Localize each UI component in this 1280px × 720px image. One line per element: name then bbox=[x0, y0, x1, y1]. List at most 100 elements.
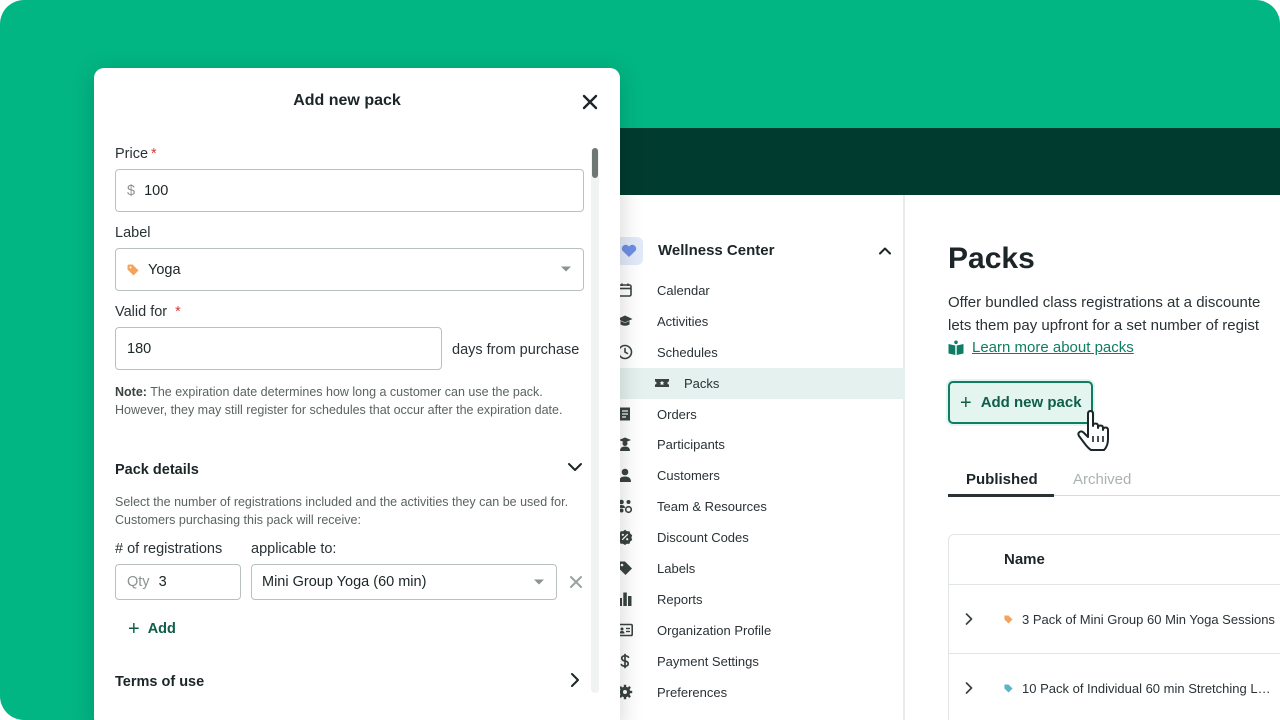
chevron-down-icon bbox=[561, 266, 571, 272]
description-line: lets them pay upfront for a set number o… bbox=[948, 316, 1259, 334]
tab-published[interactable]: Published bbox=[966, 471, 1038, 488]
tag-icon bbox=[1004, 614, 1013, 624]
note-label: Note: bbox=[115, 385, 147, 399]
sidebar-item-label: Labels bbox=[657, 560, 696, 576]
remove-row-icon[interactable] bbox=[569, 575, 583, 589]
chevron-right-icon[interactable] bbox=[566, 671, 584, 689]
add-new-pack-label: Add new pack bbox=[980, 394, 1082, 411]
org-switcher[interactable]: Wellness Center bbox=[615, 237, 895, 265]
tag-icon bbox=[127, 264, 139, 275]
label-select[interactable]: Yoga bbox=[115, 248, 584, 291]
tab-archived[interactable]: Archived bbox=[1073, 471, 1131, 488]
pack-name: 3 Pack of Mini Group 60 Min Yoga Session… bbox=[1022, 611, 1275, 627]
main-content: Packs Offer bundled class registrations … bbox=[907, 195, 1280, 720]
pack-details-title[interactable]: Pack details bbox=[115, 462, 199, 478]
add-label: Add bbox=[147, 621, 176, 637]
sidebar-item-label: Packs bbox=[684, 375, 720, 391]
sidebar-item-orders[interactable]: Orders bbox=[620, 399, 905, 430]
app-top-bar bbox=[560, 128, 1280, 195]
valid-for-suffix: days from purchase bbox=[452, 342, 580, 358]
sidebar-item-labels[interactable]: Labels bbox=[618, 553, 905, 584]
currency-prefix: $ bbox=[127, 182, 136, 199]
close-icon[interactable] bbox=[581, 93, 599, 111]
sidebar-item-organization-profile[interactable]: Organization Profile bbox=[617, 615, 905, 646]
add-pack-modal: Add new pack Price * $ 100 Label Yoga Val… bbox=[94, 68, 620, 720]
sidebar-item-label: Calendar bbox=[657, 282, 710, 298]
qty-prefix: Qty bbox=[127, 574, 150, 590]
chevron-up-icon[interactable] bbox=[875, 241, 895, 261]
valid-for-label-text: Valid for bbox=[115, 304, 168, 320]
page-description: Offer bundled class registrations at a d… bbox=[948, 292, 1280, 337]
sidebar-item-label: Activities bbox=[657, 313, 709, 329]
sidebar-item-label: Discount Codes bbox=[657, 530, 749, 546]
label-value: Yoga bbox=[148, 261, 181, 278]
price-input[interactable]: $ 100 bbox=[115, 169, 584, 212]
sidebar-item-payment-settings[interactable]: Payment Settings bbox=[620, 646, 905, 677]
table-row[interactable]: 3 Pack of Mini Group 60 Min Yoga Session… bbox=[949, 585, 1280, 654]
packs-table: Name 3 Pack of Mini Group 60 Min Yoga Se… bbox=[948, 534, 1280, 720]
terms-of-use-title[interactable]: Terms of use bbox=[115, 674, 204, 690]
plus-icon: + bbox=[128, 618, 140, 640]
book-icon bbox=[948, 340, 964, 355]
expiration-note: Note: The expiration date determines how… bbox=[115, 383, 590, 419]
sidebar-item-label: Participants bbox=[657, 437, 725, 453]
sidebar-item-discount-codes[interactable]: Discount Codes bbox=[617, 522, 905, 553]
plus-icon: + bbox=[960, 391, 972, 414]
sidebar-item-preferences[interactable]: Preferences bbox=[617, 677, 905, 708]
sidebar-item-label: Team & Resources bbox=[657, 499, 767, 515]
sidebar-nav: Calendar Activities Schedules Packs Orde… bbox=[560, 275, 905, 708]
description-line: Offer bundled class registrations at a d… bbox=[948, 294, 1261, 311]
pack-name: 10 Pack of Individual 60 min Stretching … bbox=[1022, 680, 1271, 696]
sidebar-item-label: Orders bbox=[657, 406, 697, 422]
quantity-input[interactable]: Qty 3 bbox=[115, 564, 241, 600]
required-marker: * bbox=[151, 146, 157, 162]
learn-more-link[interactable]: Learn more about packs bbox=[948, 339, 1134, 356]
chevron-right-icon[interactable] bbox=[963, 681, 975, 695]
chevron-down-icon bbox=[534, 579, 544, 585]
table-row[interactable]: 10 Pack of Individual 60 min Stretching … bbox=[949, 654, 1280, 720]
valid-for-input[interactable]: 180 bbox=[115, 327, 442, 370]
app-window: Wellness Center Calendar Activities Sche… bbox=[560, 128, 1280, 720]
sidebar-item-schedules[interactable]: Schedules bbox=[617, 337, 905, 368]
sidebar-item-customers[interactable]: Customers bbox=[619, 460, 905, 491]
price-value: 100 bbox=[144, 182, 169, 199]
valid-for-label: Valid for * bbox=[115, 304, 181, 320]
sidebar-item-activities[interactable]: Activities bbox=[617, 306, 905, 337]
activity-select[interactable]: Mini Group Yoga (60 min) bbox=[251, 564, 557, 600]
add-new-pack-button[interactable]: + Add new pack bbox=[948, 381, 1093, 424]
price-label: Price * bbox=[115, 146, 157, 162]
active-tab-indicator bbox=[948, 494, 1054, 497]
applicable-to-label: applicable to: bbox=[251, 541, 337, 557]
chevron-right-icon[interactable] bbox=[963, 612, 975, 626]
scrollbar-thumb[interactable] bbox=[592, 148, 598, 178]
note-text: The expiration date determines how long … bbox=[115, 385, 563, 417]
app-body: Wellness Center Calendar Activities Sche… bbox=[560, 195, 1280, 720]
label-field-label: Label bbox=[115, 225, 151, 241]
sidebar-item-reports[interactable]: Reports bbox=[618, 584, 905, 615]
table-header-name[interactable]: Name bbox=[949, 535, 1280, 585]
sidebar-item-label: Payment Settings bbox=[657, 653, 759, 669]
sidebar-item-label: Reports bbox=[657, 591, 703, 607]
sidebar-item-label: Preferences bbox=[657, 684, 728, 700]
scrollbar[interactable] bbox=[591, 148, 599, 693]
ticket-icon bbox=[655, 378, 669, 387]
qty-value: 3 bbox=[158, 574, 167, 590]
pack-details-description: Select the number of registrations inclu… bbox=[115, 495, 569, 527]
required-marker: * bbox=[175, 304, 181, 320]
chevron-down-icon[interactable] bbox=[566, 458, 584, 476]
page-title: Packs bbox=[948, 242, 1035, 275]
modal-title: Add new pack bbox=[293, 92, 401, 109]
sidebar-item-team-resources[interactable]: Team & Resources bbox=[617, 491, 905, 522]
tag-icon bbox=[1004, 683, 1013, 693]
add-registration-button[interactable]: + Add bbox=[128, 619, 176, 639]
sidebar-item-participants[interactable]: Participants bbox=[619, 429, 905, 460]
hand-cursor-icon bbox=[1077, 410, 1109, 451]
pack-tabs: Published Archived bbox=[948, 463, 1280, 497]
sidebar-item-label: Schedules bbox=[657, 344, 718, 360]
sidebar-item-calendar[interactable]: Calendar bbox=[618, 275, 905, 306]
valid-for-value: 180 bbox=[127, 340, 152, 357]
registrations-label: # of registrations bbox=[115, 541, 223, 557]
price-label-text: Price bbox=[115, 146, 149, 162]
activity-value: Mini Group Yoga (60 min) bbox=[262, 574, 427, 590]
sidebar-item-label: Customers bbox=[657, 468, 720, 484]
